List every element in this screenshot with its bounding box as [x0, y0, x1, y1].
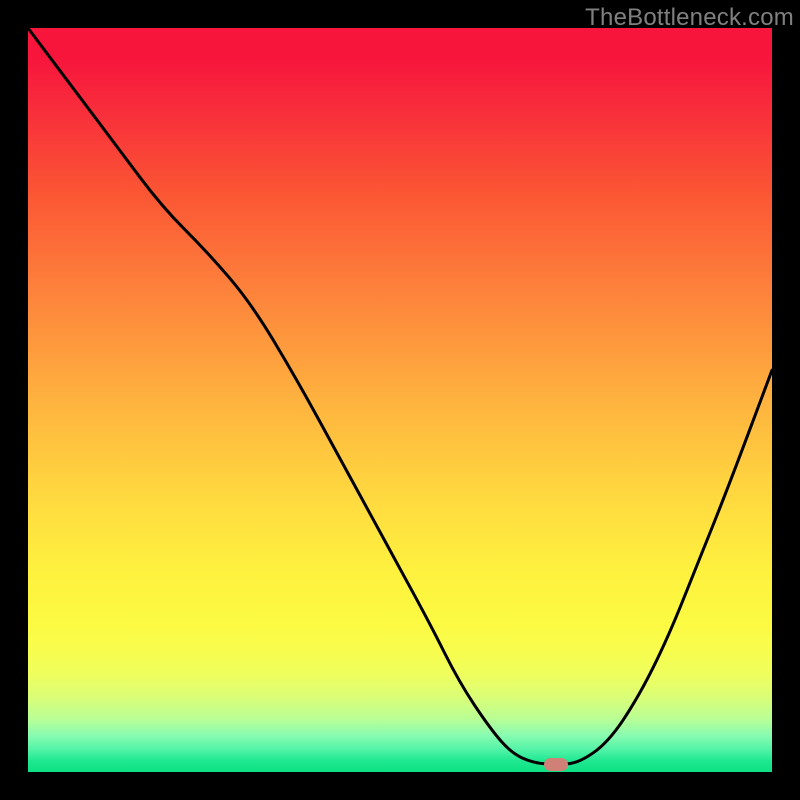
optimal-point-marker [544, 758, 568, 771]
bottleneck-curve [28, 28, 772, 772]
chart-frame: TheBottleneck.com [0, 0, 800, 800]
plot-area [28, 28, 772, 772]
